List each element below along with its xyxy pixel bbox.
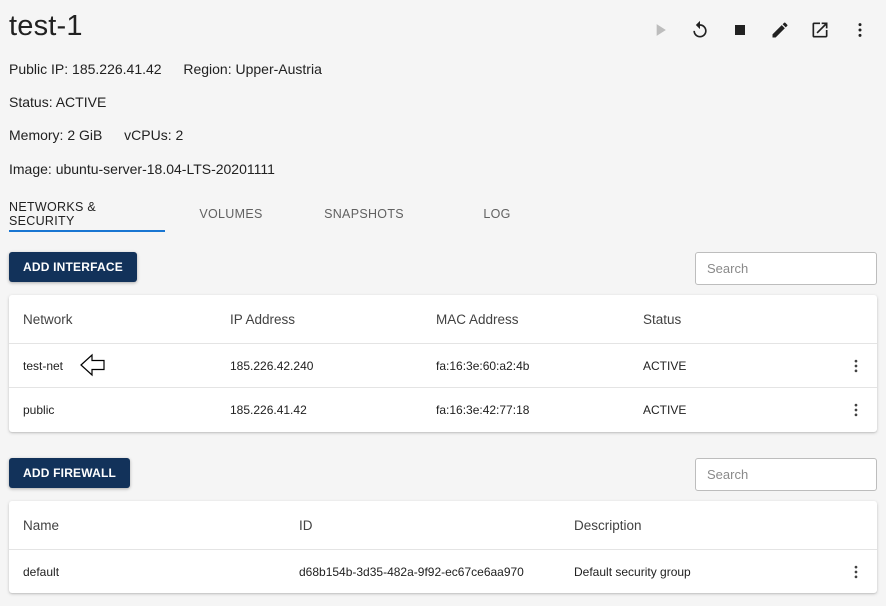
column-header-name: Name [23,517,60,533]
row-menu-button[interactable] [846,562,866,582]
firewalls-table: Name ID Description default d68b154b-3d3… [9,501,877,593]
column-header-mac-address: MAC Address [436,311,519,327]
column-header-ip-address: IP Address [230,311,296,327]
network-cell: public [23,403,55,417]
edit-button[interactable] [760,18,800,42]
edit-icon [772,22,788,38]
row-menu-button[interactable] [846,356,866,376]
more-vert-icon [854,359,858,372]
instance-toolbar [640,18,880,42]
open-external-icon [812,22,828,38]
image-label: Image: [9,161,52,177]
column-header-description: Description [574,517,642,533]
vcpus-value: 2 [175,127,184,143]
column-header-network: Network [23,311,73,327]
firewall-id-cell: d68b154b-3d35-482a-9f92-ec67ce6aa970 [299,564,524,579]
memory-label: Memory: [9,127,64,143]
interfaces-search-input[interactable] [695,252,877,285]
more-actions-button[interactable] [840,18,880,42]
firewall-description-cell: Default security group [574,564,691,579]
stop-icon [735,25,745,35]
public-ip-label: Public IP: [9,61,69,77]
mac-cell: fa:16:3e:42:77:18 [436,403,530,417]
column-header-id: ID [299,517,313,533]
page-title: test-1 [9,10,83,42]
resources-line: Memory: 2 GiB vCPUs: 2 [9,127,183,143]
table-row[interactable]: default d68b154b-3d35-482a-9f92-ec67ce6a… [9,550,877,593]
memory-value: 2 GiB [67,127,103,143]
open-console-button[interactable] [800,18,840,42]
pointer-arrow-icon [80,353,105,377]
table-row[interactable]: test-net 185.226.42.240 fa:16:3e:60:a2:4… [9,344,877,388]
firewalls-search-input[interactable] [695,458,877,491]
table-header-row: Name ID Description [9,501,877,550]
add-firewall-button[interactable]: ADD FIREWALL [9,458,131,488]
tab-volumes[interactable]: VOLUMES [165,195,297,232]
tab-bar: NETWORKS & SECURITY VOLUMES SNAPSHOTS LO… [9,195,563,232]
tab-snapshots[interactable]: SNAPSHOTS [297,195,431,232]
more-vert-icon [854,565,858,578]
ip-cell: 185.226.41.42 [230,403,307,417]
status-cell: ACTIVE [643,358,687,373]
more-vert-icon [854,403,858,417]
region-label: Region: [183,61,232,77]
stop-button[interactable] [720,18,760,42]
region-value: Upper-Austria [235,61,322,77]
ip-region-line: Public IP: 185.226.41.42 Region: Upper-A… [9,61,322,77]
table-header-row: Network IP Address MAC Address Status [9,295,877,344]
restart-icon [693,20,707,38]
row-menu-button[interactable] [846,400,866,420]
status-label: Status: [9,94,53,110]
start-button[interactable] [640,18,680,42]
firewall-name-cell: default [23,564,60,579]
tab-networks-security[interactable]: NETWORKS & SECURITY [9,195,165,232]
status-cell: ACTIVE [643,403,687,417]
status-value: ACTIVE [55,94,107,110]
column-header-status: Status [643,311,682,327]
restart-button[interactable] [680,18,720,42]
play-icon [656,24,666,36]
ip-cell: 185.226.42.240 [230,358,314,373]
add-interface-button[interactable]: ADD INTERFACE [9,252,137,282]
public-ip-value: 185.226.41.42 [72,61,162,77]
mac-cell: fa:16:3e:60:a2:4b [436,358,530,373]
vcpus-label: vCPUs: [124,127,172,143]
status-line: Status: ACTIVE [9,94,106,110]
image-value: ubuntu-server-18.04-LTS-20201111 [55,161,275,177]
network-cell: test-net [23,358,64,373]
interfaces-table: Network IP Address MAC Address Status te… [9,295,877,432]
more-vert-icon [858,23,862,37]
table-row[interactable]: public 185.226.41.42 fa:16:3e:42:77:18 A… [9,388,877,432]
tab-log[interactable]: LOG [431,195,563,232]
image-line: Image: ubuntu-server-18.04-LTS-20201111 [9,161,275,177]
